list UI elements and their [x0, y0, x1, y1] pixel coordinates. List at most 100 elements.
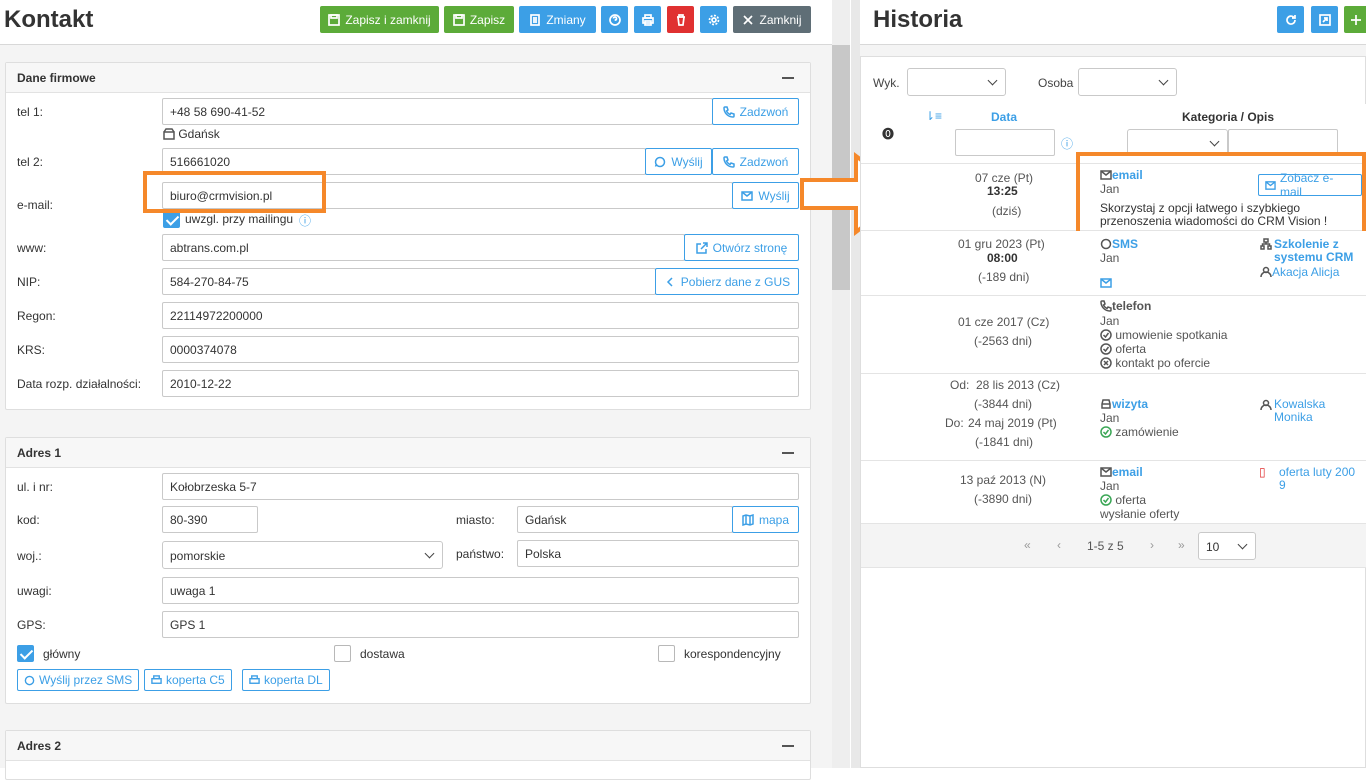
map-button[interactable]: mapa	[732, 506, 799, 533]
row-type[interactable]: telefon	[1100, 299, 1151, 315]
envelope-c5-button[interactable]: koperta C5	[144, 669, 232, 691]
open-site-button[interactable]: Otwórz stronę	[684, 234, 799, 261]
street-field[interactable]: Kołobrzeska 5-7	[162, 473, 799, 500]
x-circle-icon	[1100, 357, 1112, 372]
person-link[interactable]: Kowalska	[1274, 397, 1325, 411]
contact-header: Kontakt Zapisz i zamknij Zapisz Zmiany Z…	[0, 0, 832, 45]
date-filter-input[interactable]	[955, 129, 1055, 156]
landline-icon	[163, 128, 175, 143]
map-label: mapa	[758, 512, 790, 527]
attachment-link[interactable]: oferta luty 200	[1279, 465, 1355, 479]
changes-button[interactable]: Zmiany	[519, 6, 596, 33]
expand-button[interactable]	[1311, 6, 1338, 33]
row-relative-days: (-189 dni)	[978, 270, 1030, 284]
send-sms-button[interactable]: Wyślij przez SMS	[17, 669, 140, 691]
envelope-icon	[741, 190, 754, 201]
chevron-left-icon	[666, 276, 673, 287]
address2-panel: Adres 2	[5, 730, 811, 780]
pdf-icon: ▯	[1259, 465, 1266, 479]
chevron-down-icon	[987, 75, 998, 86]
close-button[interactable]: Zamknij	[733, 6, 811, 33]
country-field[interactable]: Polska	[517, 540, 799, 567]
envelope-dl-button[interactable]: koperta DL	[242, 669, 330, 691]
delivery-checkbox[interactable]	[334, 645, 351, 662]
row-type-text: SMS	[1112, 237, 1139, 251]
delete-button[interactable]	[667, 6, 694, 33]
call-label: Zadzwoń	[739, 154, 789, 169]
regon-field[interactable]: 22114972200000	[162, 302, 799, 329]
refresh-button[interactable]	[1277, 6, 1304, 33]
main-address-label: główny	[43, 647, 81, 661]
voivodeship-value: pomorskie	[170, 549, 226, 563]
collapse-icon[interactable]	[782, 452, 794, 454]
gps-field[interactable]: GPS 1	[162, 611, 799, 638]
voivodeship-select[interactable]: pomorskie	[162, 541, 443, 569]
sort-icon[interactable]: ⇂≡	[925, 109, 942, 123]
project-link[interactable]: systemu CRM	[1274, 250, 1353, 264]
date-column-header[interactable]: Data	[991, 110, 1017, 124]
history-header: Historia	[860, 0, 1366, 45]
main-address-checkbox[interactable]	[17, 645, 34, 662]
save-close-label: Zapisz i zamknij	[345, 12, 431, 27]
postcode-field[interactable]: 80-390	[162, 506, 258, 533]
tel2-whatsapp-button[interactable]: Wyślij	[645, 148, 712, 175]
pane-splitter[interactable]	[851, 0, 860, 768]
row-relative-days: (dziś)	[992, 204, 1022, 218]
collapse-icon[interactable]	[782, 745, 794, 747]
row-relative-days: (-3890 dni)	[974, 492, 1033, 506]
mailing-label: uwzgl. przy mailingu	[185, 212, 294, 226]
correspondence-checkbox[interactable]	[658, 645, 675, 662]
first-page-icon[interactable]: «	[1024, 538, 1031, 552]
call-label: Zadzwoń	[739, 104, 789, 119]
page-size-select[interactable]: 10	[1198, 532, 1256, 560]
print-button[interactable]	[634, 6, 661, 33]
send-label: Wyślij	[758, 188, 790, 203]
add-button[interactable]	[1344, 6, 1366, 33]
whatsapp-icon	[24, 675, 35, 685]
krs-field[interactable]: 0000374078	[162, 336, 799, 363]
row-user: Jan	[1100, 411, 1120, 425]
gus-button[interactable]: Pobierz dane z GUS	[655, 268, 799, 295]
mailing-checkbox[interactable]	[163, 211, 180, 228]
row-type-text: telefon	[1112, 299, 1152, 313]
last-page-icon[interactable]: »	[1178, 538, 1185, 552]
prev-page-icon[interactable]: ‹	[1057, 538, 1061, 552]
row-tag-text: oferta	[1115, 342, 1147, 356]
save-button[interactable]: Zapisz	[444, 6, 514, 33]
check-circle-icon	[1100, 426, 1112, 441]
print-icon	[151, 674, 162, 684]
help-button[interactable]	[601, 6, 628, 33]
tel2-call-button[interactable]: Zadzwoń	[712, 148, 799, 175]
chevron-down-icon	[1209, 136, 1220, 147]
notes-field[interactable]: uwaga 1	[162, 577, 799, 604]
city-field[interactable]: Gdańsk	[517, 506, 733, 533]
nip-field[interactable]: 584-270-84-75	[162, 268, 656, 295]
open-site-label: Otwórz stronę	[712, 240, 788, 255]
attachment-link[interactable]: 9	[1279, 478, 1286, 492]
person-link[interactable]: Monika	[1274, 410, 1313, 424]
executor-select[interactable]	[907, 68, 1006, 96]
project-link[interactable]: Szkolenie z	[1274, 237, 1339, 251]
email-send-button[interactable]: Wyślij	[732, 182, 799, 209]
row-to-label: Do:	[945, 416, 964, 430]
start-date-field[interactable]: 2010-12-22	[162, 370, 799, 397]
person-select[interactable]	[1078, 68, 1177, 96]
close-icon	[743, 14, 754, 25]
save-close-button[interactable]: Zapisz i zamknij	[320, 6, 439, 33]
collapse-icon[interactable]	[782, 77, 794, 79]
address1-header: Adres 1	[6, 438, 810, 468]
next-page-icon[interactable]: ›	[1150, 538, 1154, 552]
www-field[interactable]: abtrans.com.pl	[162, 234, 685, 261]
settings-button[interactable]	[700, 6, 727, 33]
person-link[interactable]: Akacja Alicja	[1260, 265, 1339, 281]
help-icon[interactable]: ⓘ	[1061, 135, 1073, 152]
street-label: ul. i nr:	[17, 480, 54, 494]
start-date-label: Data rozp. działalności:	[17, 377, 142, 391]
chevron-down-icon	[1237, 539, 1248, 550]
chevron-down-icon	[1158, 75, 1169, 86]
page-size-value: 10	[1206, 540, 1220, 554]
send-sms-label: Wyślij przez SMS	[39, 673, 133, 687]
tel1-field[interactable]: +48 58 690-41-52	[162, 98, 713, 125]
tel1-call-button[interactable]: Zadzwoń	[712, 98, 799, 125]
www-label: www:	[17, 241, 47, 255]
